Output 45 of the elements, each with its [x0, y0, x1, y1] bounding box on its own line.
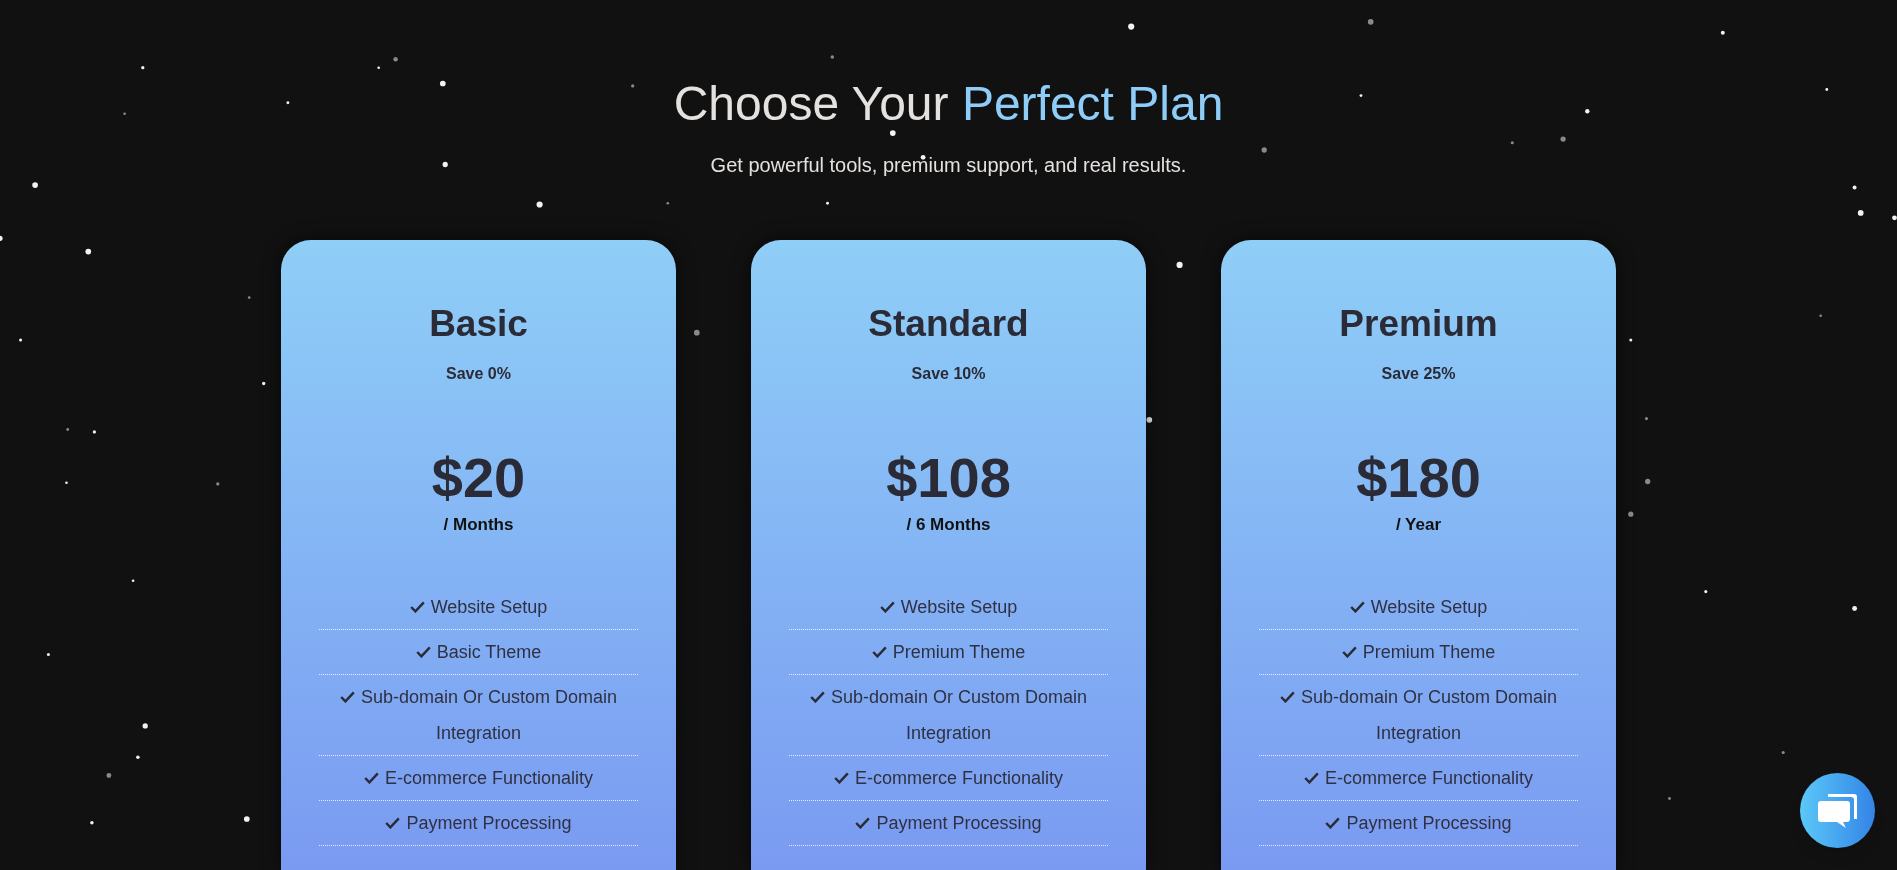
feature-text: Premium Theme — [892, 642, 1026, 662]
feature-text: E-commerce Functionality — [1324, 768, 1534, 788]
feature-text: Payment Processing — [406, 813, 572, 833]
plan-name: Basic — [429, 302, 528, 346]
checkmark-icon — [855, 817, 871, 829]
feature-text: Website Setup — [1370, 597, 1488, 617]
checkmark-icon — [879, 601, 895, 613]
checkmark-icon — [1341, 646, 1357, 658]
checkmark-icon — [1279, 691, 1295, 703]
price-amount: $20 — [431, 446, 526, 510]
feature-text: Sub-domain Or Custom Domain Integration — [1300, 687, 1558, 743]
checkmark-icon — [1349, 601, 1365, 613]
checkmark-icon — [809, 691, 825, 703]
checkmark-icon — [363, 772, 379, 784]
checkmark-icon — [409, 601, 425, 613]
savings-label: Save 10% — [911, 364, 986, 384]
feature-text: Website Setup — [430, 597, 548, 617]
feature-text: E-commerce Functionality — [384, 768, 594, 788]
billing-period: / Year — [1395, 514, 1442, 536]
page-subtitle: Get powerful tools, premium support, and real results. — [710, 153, 1187, 177]
chat-bubbles-icon — [1816, 791, 1859, 830]
checkmark-icon — [385, 817, 401, 829]
checkmark-icon — [339, 691, 355, 703]
feature-text: Payment Processing — [876, 813, 1042, 833]
savings-label: Save 0% — [446, 364, 511, 384]
price-amount: $108 — [886, 446, 1011, 510]
billing-period: / Months — [443, 514, 514, 536]
plan-name: Standard — [868, 302, 1029, 346]
page-heading: Choose Your Perfect Plan — [673, 76, 1224, 132]
feature-text: Sub-domain Or Custom Domain Integration — [830, 687, 1088, 743]
price-amount: $180 — [1356, 446, 1481, 510]
feature-text: Payment Processing — [1346, 813, 1512, 833]
plan-name: Premium — [1339, 302, 1498, 346]
checkmark-icon — [415, 646, 431, 658]
checkmark-icon — [1325, 817, 1341, 829]
checkmark-icon — [871, 646, 887, 658]
feature-text: Premium Theme — [1362, 642, 1496, 662]
savings-label: Save 25% — [1381, 364, 1456, 384]
feature-text: E-commerce Functionality — [854, 768, 1064, 788]
feature-text: Website Setup — [900, 597, 1018, 617]
checkmark-icon — [1303, 772, 1319, 784]
feature-text: Basic Theme — [436, 642, 542, 662]
checkmark-icon — [833, 772, 849, 784]
feature-text: Sub-domain Or Custom Domain Integration — [360, 687, 618, 743]
billing-period: / 6 Months — [906, 514, 991, 536]
